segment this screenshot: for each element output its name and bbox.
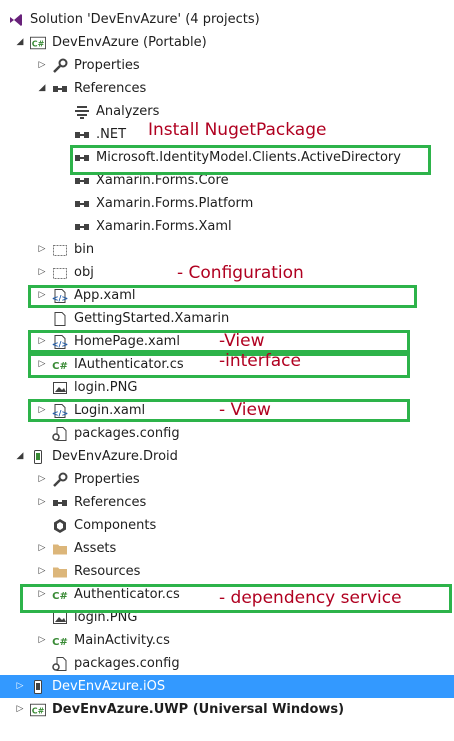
collapse-arrow-icon[interactable]: ▷ [36,261,48,284]
svg-text:C#: C# [32,707,45,716]
ios-project-icon [30,679,46,695]
svg-text:C#: C# [52,637,68,647]
vs-solution-icon [8,12,24,28]
tree-item-label: Resources [74,564,141,579]
tree-item[interactable]: ▷ C# DevEnvAzure.UWP (Universal Windows) [0,698,454,721]
tree-item-label: Xamarin.Forms.Platform [96,196,254,211]
tree-item[interactable]: ◢ DevEnvAzure.Droid [0,445,454,468]
folder-icon [52,541,68,557]
reference-icon [74,196,90,212]
tree-item[interactable]: GettingStarted.Xamarin [0,307,454,330]
tree-item-label: DevEnvAzure (Portable) [52,35,207,50]
annotation-view-homepage: -View [219,331,265,351]
android-project-icon [30,449,46,465]
tree-item-label: packages.config [74,656,180,671]
collapse-arrow-icon[interactable]: ▷ [14,698,26,721]
tree-item-label: Components [74,518,157,533]
folder-icon [52,564,68,580]
expand-arrow-icon[interactable]: ◢ [14,445,26,468]
csharp-file-icon: C# [52,633,68,649]
wrench-icon [52,472,68,488]
csharp-project-icon: C# [30,702,46,718]
collapse-arrow-icon[interactable]: ▷ [36,537,48,560]
tree-item[interactable]: Components [0,514,454,537]
tree-item-label: obj [74,265,94,280]
tree-item-label: Properties [74,472,140,487]
collapse-arrow-icon[interactable]: ▷ [36,54,48,77]
tree-item-label: Properties [74,58,140,73]
tree-item-label: Assets [74,541,117,556]
annotation-configuration: - Configuration [177,263,304,283]
references-icon [52,81,68,97]
tree-item-label: DevEnvAzure.UWP (Universal Windows) [52,702,345,717]
reference-icon [74,127,90,143]
tree-item[interactable]: ▷ Assets [0,537,454,560]
tree-item[interactable]: Solution 'DevEnvAzure' (4 projects) [0,8,454,31]
collapse-arrow-icon[interactable]: ▷ [36,560,48,583]
wrench-icon [52,58,68,74]
collapse-arrow-icon[interactable]: ▷ [36,468,48,491]
tree-item[interactable]: login.PNG [0,376,454,399]
tree-item[interactable]: packages.config [0,652,454,675]
tree-item[interactable]: Xamarin.Forms.Xaml [0,215,454,238]
dashed-folder-icon [52,265,68,281]
annotation-interface: -interface [219,351,301,371]
config-file-icon [52,426,68,442]
annotation-box-adal [70,145,431,175]
collapse-arrow-icon[interactable]: ▷ [36,238,48,261]
csharp-project-icon: C# [30,35,46,51]
reference-icon [74,219,90,235]
file-icon [52,311,68,327]
tree-item[interactable]: ▷ Properties [0,468,454,491]
collapse-arrow-icon[interactable]: ▷ [36,629,48,652]
tree-item[interactable]: ▷ Properties [0,54,454,77]
tree-item[interactable]: ▷ C# MainActivity.cs [0,629,454,652]
annotation-box-app-xaml [28,285,417,308]
tree-item[interactable]: ▷ References [0,491,454,514]
references-icon [52,495,68,511]
annotation-dependency-service: - dependency service [219,588,402,608]
tree-item[interactable]: ◢ C# DevEnvAzure (Portable) [0,31,454,54]
svg-text:C#: C# [32,40,45,49]
tree-item-label: Xamarin.Forms.Xaml [96,219,232,234]
annotation-install-nuget: Install NugetPackage [148,120,327,140]
tree-item-label: login.PNG [74,380,138,395]
tree-item-label: DevEnvAzure.Droid [52,449,178,464]
tree-item-label: GettingStarted.Xamarin [74,311,230,326]
reference-icon [74,173,90,189]
tree-item-label: bin [74,242,95,257]
tree-item-label: .NET [96,127,127,142]
components-icon [52,518,68,534]
tree-item[interactable]: Xamarin.Forms.Platform [0,192,454,215]
collapse-arrow-icon[interactable]: ▷ [14,675,26,698]
tree-item-label: MainActivity.cs [74,633,170,648]
config-file-icon [52,656,68,672]
tree-item-label: References [74,495,147,510]
tree-item[interactable]: ▷ bin [0,238,454,261]
dashed-folder-icon [52,242,68,258]
expand-arrow-icon[interactable]: ◢ [14,31,26,54]
collapse-arrow-icon[interactable]: ▷ [36,491,48,514]
tree-item[interactable]: packages.config [0,422,454,445]
tree-item[interactable]: ▷ DevEnvAzure.iOS [0,675,454,698]
annotation-view-login: - View [219,400,271,420]
tree-item[interactable]: ◢ References [0,77,454,100]
expand-arrow-icon[interactable]: ◢ [36,77,48,100]
analyzers-icon [74,104,90,120]
tree-item[interactable]: ▷ Resources [0,560,454,583]
tree-item-label: packages.config [74,426,180,441]
tree-item-label: References [74,81,147,96]
tree-item-label: Solution 'DevEnvAzure' (4 projects) [30,12,260,27]
tree-item-label: DevEnvAzure.iOS [52,679,166,694]
image-file-icon [52,380,68,396]
